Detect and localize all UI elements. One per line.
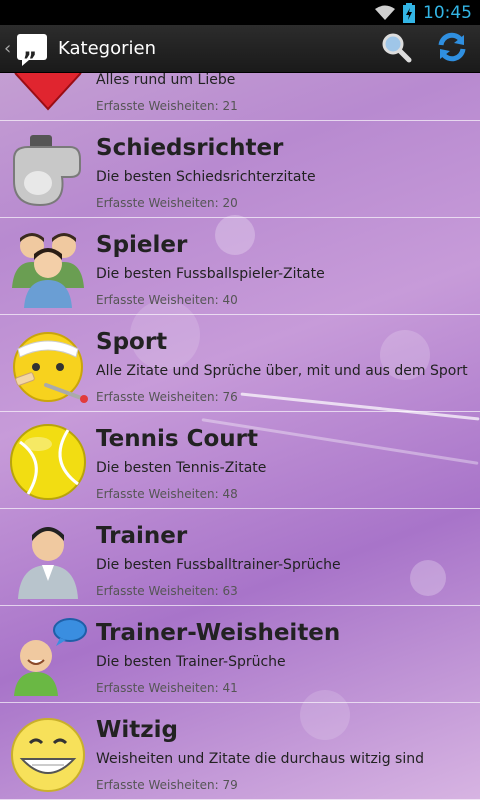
list-item-count: Erfasste Weisheiten: 63 xyxy=(96,584,238,598)
list-item[interactable]: Witzig Weisheiten und Zitate die durchau… xyxy=(0,703,480,800)
list-item-count: Erfasste Weisheiten: 21 xyxy=(96,99,238,113)
list-item[interactable]: Alles rund um Liebe Erfasste Weisheiten:… xyxy=(0,73,480,121)
list-item-description: Die besten Trainer-Sprüche xyxy=(96,654,286,670)
search-button[interactable] xyxy=(368,25,424,73)
list-item-description: Die besten Tennis-Zitate xyxy=(96,460,267,476)
list-item-title: Sport xyxy=(96,329,168,355)
list-item-count: Erfasste Weisheiten: 41 xyxy=(96,681,238,695)
wifi-icon xyxy=(375,5,395,21)
refresh-button[interactable] xyxy=(424,25,480,73)
app-logo-icon[interactable]: „ xyxy=(16,32,50,66)
list-item[interactable]: Trainer-Weisheiten Die besten Trainer-Sp… xyxy=(0,606,480,703)
list-item-count: Erfasste Weisheiten: 76 xyxy=(96,390,238,404)
list-item-title: Trainer xyxy=(96,523,188,549)
search-icon xyxy=(380,31,412,67)
list-item[interactable]: Spieler Die besten Fussballspieler-Zitat… xyxy=(0,218,480,315)
action-bar: ‹ „ Kategorien xyxy=(0,25,480,73)
status-time: 10:45 xyxy=(423,2,472,23)
list-item-count: Erfasste Weisheiten: 48 xyxy=(96,487,238,501)
category-list[interactable]: Alles rund um Liebe Erfasste Weisheiten:… xyxy=(0,73,480,800)
list-item-description: Die besten Fussballtrainer-Sprüche xyxy=(96,557,341,573)
list-item-description: Alles rund um Liebe xyxy=(96,73,236,88)
list-item-title: Spieler xyxy=(96,232,188,258)
speaking-person-icon xyxy=(8,616,88,696)
svg-text:„: „ xyxy=(23,37,37,62)
tennis-ball-icon xyxy=(8,422,88,502)
list-item-title: Schiedsrichter xyxy=(96,135,284,161)
list-item-count: Erfasste Weisheiten: 40 xyxy=(96,293,238,307)
page-title: Kategorien xyxy=(58,38,156,59)
list-item-title: Witzig xyxy=(96,717,178,743)
list-item-title: Tennis Court xyxy=(96,426,258,452)
list-item-description: Die besten Fussballspieler-Zitate xyxy=(96,266,325,282)
list-item[interactable]: Schiedsrichter Die besten Schiedsrichter… xyxy=(0,121,480,218)
whistle-icon xyxy=(8,131,88,211)
players-icon xyxy=(8,228,88,308)
list-item-description: Die besten Schiedsrichterzitate xyxy=(96,169,316,185)
sick-smiley-icon xyxy=(8,325,88,405)
list-item-count: Erfasste Weisheiten: 79 xyxy=(96,778,238,792)
list-item[interactable]: Sport Alle Zitate und Sprüche über, mit … xyxy=(0,315,480,412)
list-item[interactable]: Tennis Court Die besten Tennis-Zitate Er… xyxy=(0,412,480,509)
grinning-smiley-icon xyxy=(8,713,88,793)
list-item-description: Alle Zitate und Sprüche über, mit und au… xyxy=(96,363,468,379)
refresh-icon xyxy=(436,31,468,67)
trainer-icon xyxy=(8,519,88,599)
list-item-title: Trainer-Weisheiten xyxy=(96,620,341,646)
heart-icon xyxy=(8,73,88,114)
list-item-count: Erfasste Weisheiten: 20 xyxy=(96,196,238,210)
up-caret-icon[interactable]: ‹ xyxy=(4,38,12,59)
list-item-description: Weisheiten und Zitate die durchaus witzi… xyxy=(96,751,424,767)
status-bar: 10:45 xyxy=(0,0,480,25)
list-item[interactable]: Trainer Die besten Fussballtrainer-Sprüc… xyxy=(0,509,480,606)
battery-icon xyxy=(403,2,415,23)
